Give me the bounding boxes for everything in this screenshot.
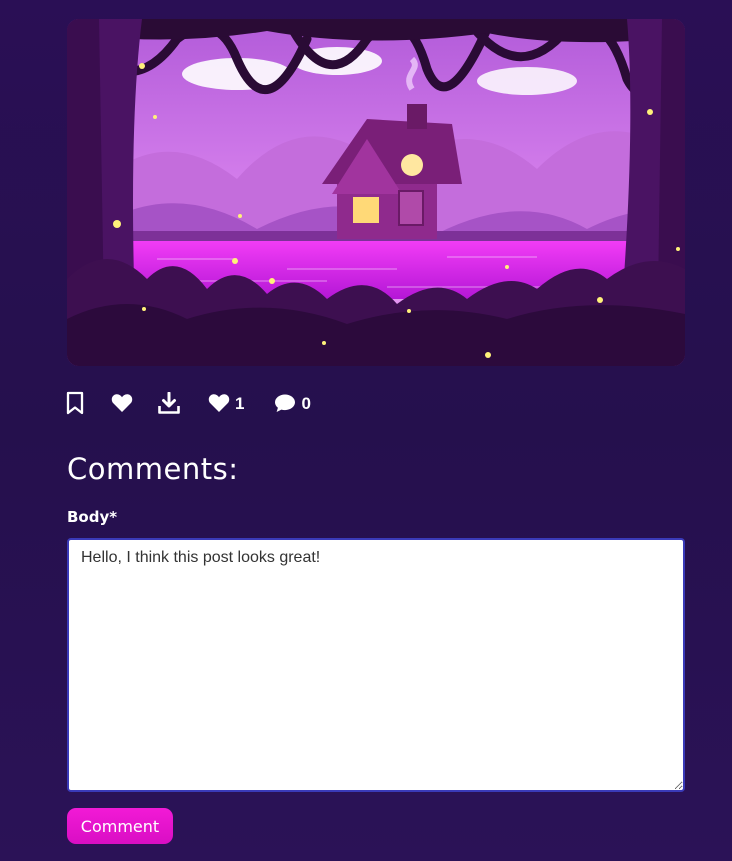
comment-icon [275, 394, 296, 412]
post-image [67, 19, 685, 366]
like-button[interactable] [111, 393, 133, 413]
comments-count[interactable]: 0 [274, 393, 311, 413]
heart-icon [208, 394, 230, 412]
heart-icon [111, 394, 133, 412]
post-actions: 1 0 [66, 389, 311, 417]
bookmark-button[interactable] [66, 391, 84, 415]
likes-count-value: 1 [235, 393, 245, 413]
bookmark-icon [66, 391, 84, 415]
download-icon [158, 392, 180, 414]
comment-body-textarea[interactable]: Hello, I think this post looks great! [67, 538, 685, 792]
comments-heading: Comments: [67, 452, 239, 486]
download-button[interactable] [158, 392, 180, 414]
comments-count-value: 0 [301, 393, 311, 413]
body-label: Body* [67, 508, 118, 526]
comment-submit-button[interactable]: Comment [67, 808, 173, 844]
likes-count[interactable]: 1 [208, 393, 244, 413]
